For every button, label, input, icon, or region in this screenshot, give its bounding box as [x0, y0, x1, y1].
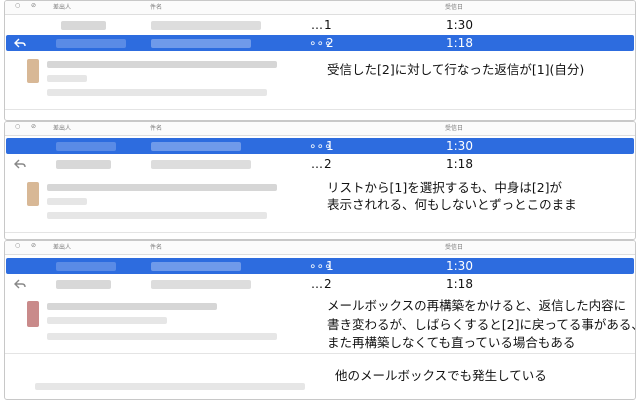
col-received[interactable]: 受信日 — [445, 242, 463, 251]
sender-blur — [56, 39, 126, 48]
avatar — [27, 182, 39, 206]
annotation-text: メールボックスの再構築をかけると、返信した内容に — [327, 298, 627, 313]
avatar — [27, 301, 39, 327]
reply-icon — [14, 159, 26, 169]
mail-row-2-selected[interactable]: ∘∘∘ 2 1:18 — [6, 35, 634, 51]
sender-blur — [56, 160, 111, 169]
attachment-col-icon[interactable]: ⊘ — [31, 2, 36, 9]
status-col-icon[interactable]: ○ — [15, 123, 20, 130]
col-received[interactable]: 受信日 — [445, 123, 463, 132]
status-col-icon[interactable]: ○ — [15, 2, 20, 9]
row-number: 2 — [324, 277, 332, 291]
preview-line — [47, 61, 277, 68]
mail-row-2[interactable]: … 2 1:18 — [6, 276, 634, 292]
annotation-text: リストから[1]を選択するも、中身は[2]が — [327, 180, 563, 195]
annotation-text: 表示されれる、何もしないとずっとこのまま — [327, 197, 577, 212]
divider — [5, 353, 635, 354]
attachment-col-icon[interactable]: ⊘ — [31, 123, 36, 130]
sender-blur — [61, 21, 106, 30]
column-header: ○ ⊘ 差出人 件名 受信日 — [5, 241, 635, 255]
preview-line — [47, 317, 167, 324]
subject-blur — [151, 280, 251, 289]
sender-blur — [56, 142, 116, 151]
annotation-text: 他のメールボックスでも発生している — [335, 368, 547, 383]
column-header: ○ ⊘ 差出人 件名 受信日 — [5, 1, 635, 15]
col-received[interactable]: 受信日 — [445, 2, 463, 11]
row-number: 1 — [324, 18, 332, 32]
divider — [5, 109, 635, 110]
row-time: 1:30 — [446, 139, 473, 153]
mail-list-panel-2: ○ ⊘ 差出人 件名 受信日 ∘∘∘ 1 1:30 … 2 1:18 リストから… — [4, 121, 636, 240]
row-ellipsis: … — [311, 157, 323, 171]
mail-row-2[interactable]: … 2 1:18 — [6, 156, 634, 172]
preview-line — [47, 303, 217, 310]
avatar — [27, 59, 39, 83]
row-number: 2 — [324, 157, 332, 171]
preview-line — [47, 198, 87, 205]
mail-row-1[interactable]: … 1 1:30 — [6, 17, 634, 33]
sender-blur — [56, 262, 116, 271]
annotation-text: 書き変わるが、しばらくすると[2]に戻ってる事がある、 — [327, 317, 636, 332]
row-time: 1:30 — [446, 259, 473, 273]
row-time: 1:18 — [446, 157, 473, 171]
preview-line — [47, 333, 277, 340]
col-sender[interactable]: 差出人 — [53, 2, 71, 11]
row-time: 1:18 — [446, 277, 473, 291]
preview-line — [47, 212, 267, 219]
subject-blur — [151, 142, 241, 151]
row-ellipsis: … — [311, 18, 323, 32]
status-col-icon[interactable]: ○ — [15, 242, 20, 249]
subject-blur — [151, 39, 251, 48]
column-header: ○ ⊘ 差出人 件名 受信日 — [5, 122, 635, 136]
col-subject[interactable]: 件名 — [150, 242, 162, 251]
row-number: 1 — [326, 259, 334, 273]
row-number: 1 — [326, 139, 334, 153]
reply-icon — [14, 38, 26, 48]
mail-row-1-selected[interactable]: ∘∘∘ 1 1:30 — [6, 138, 634, 154]
reply-icon — [14, 279, 26, 289]
row-ellipsis: … — [311, 277, 323, 291]
row-time: 1:30 — [446, 18, 473, 32]
col-sender[interactable]: 差出人 — [53, 242, 71, 251]
subject-blur — [151, 21, 261, 30]
mail-list-panel-3: ○ ⊘ 差出人 件名 受信日 ∘∘∘ 1 1:30 … 2 1:18 メールボッ… — [4, 240, 636, 400]
sender-blur — [56, 280, 111, 289]
preview-line — [47, 75, 87, 82]
row-time: 1:18 — [446, 36, 473, 50]
preview-line — [35, 383, 305, 390]
preview-line — [47, 184, 277, 191]
col-subject[interactable]: 件名 — [150, 2, 162, 11]
subject-blur — [151, 262, 241, 271]
annotation-text: また再構築しなくても直っている場合もある — [327, 335, 576, 350]
attachment-col-icon[interactable]: ⊘ — [31, 242, 36, 249]
annotation-text: 受信した[2]に対して行なった返信が[1](自分) — [327, 62, 585, 77]
divider — [5, 232, 635, 233]
mail-list-panel-1: ○ ⊘ 差出人 件名 受信日 … 1 1:30 ∘∘∘ 2 1:18 受信した[… — [4, 0, 636, 121]
col-subject[interactable]: 件名 — [150, 123, 162, 132]
col-sender[interactable]: 差出人 — [53, 123, 71, 132]
mail-row-1-selected[interactable]: ∘∘∘ 1 1:30 — [6, 258, 634, 274]
subject-blur — [151, 160, 251, 169]
row-number: 2 — [326, 36, 334, 50]
preview-line — [47, 89, 267, 96]
